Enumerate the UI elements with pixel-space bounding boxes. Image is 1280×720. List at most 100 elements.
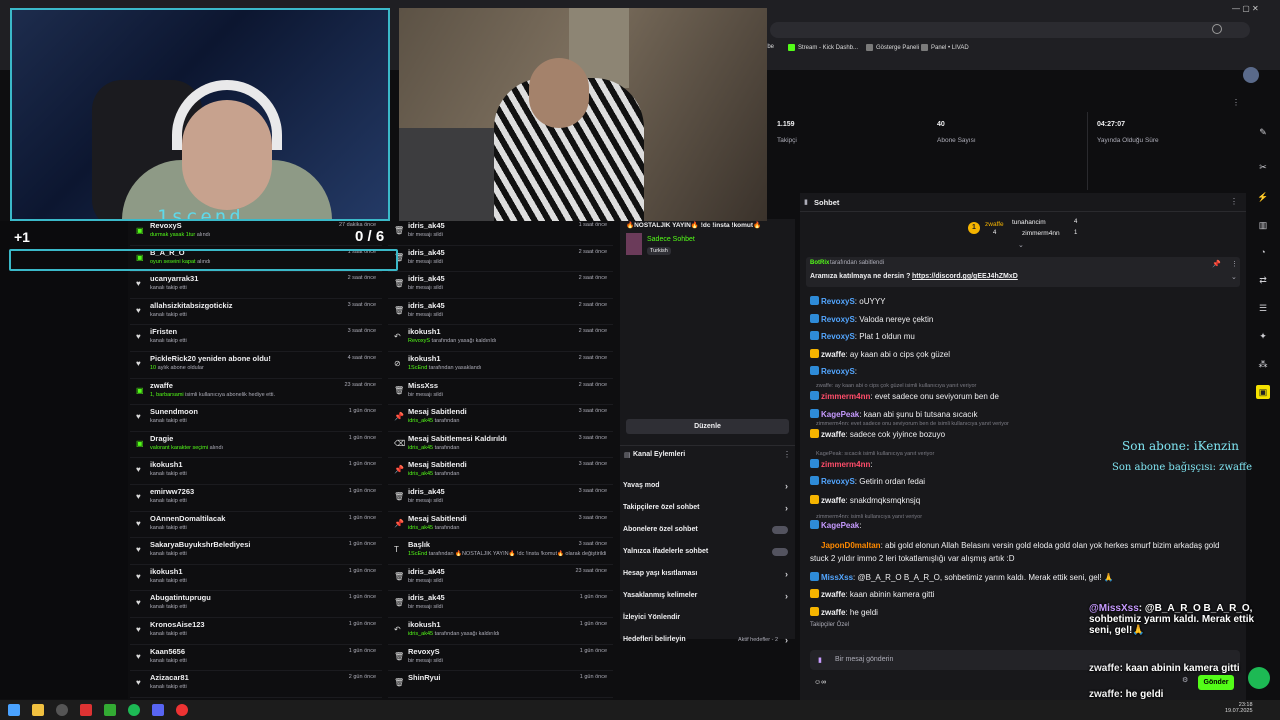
list-item-name[interactable]: Mesaj Sabitlendi [408, 460, 467, 469]
chevron-right-icon[interactable]: › [785, 499, 788, 517]
list-item-name[interactable]: ShinRyui [408, 673, 441, 682]
list-item-name[interactable]: allahsizkitabsizgotickiz [150, 301, 233, 310]
game-icon[interactable] [104, 704, 116, 716]
channel-action[interactable]: İzleyici Yönlendir [623, 609, 792, 627]
app-icon[interactable] [56, 704, 68, 716]
list-item-name[interactable]: Dragie [150, 434, 173, 443]
window-controls[interactable]: — ▢ ✕ [1232, 4, 1259, 13]
chevron-right-icon[interactable]: › [785, 565, 788, 583]
list-item-name[interactable]: Abugatintuprugu [150, 593, 211, 602]
chat-username[interactable]: zwaffe [821, 608, 845, 617]
list-item-name[interactable]: RevoxyS [408, 647, 440, 656]
settings-icon[interactable]: ⚙ [1182, 676, 1188, 684]
channel-action[interactable]: Yavaş mod › [623, 477, 792, 495]
highlight-icon[interactable]: ▣ [1256, 385, 1270, 399]
bookmark-4[interactable]: Panel • LIVAD [921, 44, 969, 51]
list-item-name[interactable]: ikokush1 [408, 620, 441, 629]
obs-icon[interactable] [80, 704, 92, 716]
channel-action[interactable]: Takipçilere özel sohbet › [623, 499, 792, 517]
list-item-name[interactable]: idris_ak45 [408, 221, 445, 230]
wrench-icon[interactable]: ✦ [1256, 329, 1270, 343]
chat-username[interactable]: RevoxyS [821, 315, 855, 324]
list-item-name[interactable]: MissXss [408, 381, 438, 390]
share-icon[interactable]: ⁂ [1256, 357, 1270, 371]
stats-more-icon[interactable]: ⋮ [1232, 98, 1240, 107]
list-item-name[interactable]: emirww7263 [150, 487, 194, 496]
chat-username[interactable]: RevoxyS [821, 477, 855, 486]
list-item-name[interactable]: Kaan5656 [150, 647, 185, 656]
pinned-expand-icon[interactable]: ⌄ [1231, 273, 1237, 281]
list-item-name[interactable]: OAnnenDomaltilacak [150, 514, 225, 523]
chat-username[interactable]: KagePeak [821, 521, 859, 530]
list-item-name[interactable]: ikokush1 [408, 354, 441, 363]
fab-button[interactable] [1248, 667, 1270, 689]
list-item-name[interactable]: ikokush1 [150, 460, 183, 469]
chevron-right-icon[interactable]: › [785, 631, 788, 649]
list-item-name[interactable]: Azizacar81 [150, 673, 189, 682]
toggle-switch[interactable] [772, 526, 788, 534]
chat-username[interactable]: RevoxyS [821, 332, 855, 341]
stream-category[interactable]: Sadece Sohbet [647, 236, 695, 243]
clip-icon[interactable]: ✂ [1256, 160, 1270, 174]
emote-picker-icon[interactable]: ☺∞ [814, 679, 826, 686]
list-item-name[interactable]: idris_ak45 [408, 248, 445, 257]
chevron-right-icon[interactable]: › [785, 587, 788, 605]
list-item-name[interactable]: zwaffe [150, 381, 173, 390]
chat-username[interactable]: RevoxyS [821, 367, 855, 376]
discord-icon[interactable] [152, 704, 164, 716]
channel-action[interactable]: Hesap yaşı kısıtlaması › [623, 565, 792, 583]
list-item-name[interactable]: ucanyarrak31 [150, 274, 198, 283]
address-bar[interactable] [770, 22, 1250, 38]
chat-username[interactable]: RevoxyS [821, 297, 855, 306]
chat-username[interactable]: zimmerm4nn [821, 392, 870, 401]
chat-more-icon[interactable]: ⋮ [1230, 197, 1238, 206]
list-item-name[interactable]: ikokush1 [150, 567, 183, 576]
start-icon[interactable] [8, 704, 20, 716]
list-icon[interactable]: ☰ [1256, 301, 1270, 315]
spotify-icon[interactable] [128, 704, 140, 716]
avatar[interactable] [1243, 67, 1259, 83]
chat-username[interactable]: zwaffe [821, 350, 845, 359]
chat-username[interactable]: MissXss [821, 573, 853, 582]
list-item-name[interactable]: KronosAise123 [150, 620, 205, 629]
list-item-name[interactable]: Sunendmoon [150, 407, 198, 416]
mic-icon[interactable]: ▮ [818, 656, 822, 664]
list-item-name[interactable]: Başlık [408, 540, 430, 549]
list-item-name[interactable]: idris_ak45 [408, 593, 445, 602]
list-item-name[interactable]: Mesaj Sabitlemesi Kaldırıldı [408, 434, 507, 443]
list-item-name[interactable]: RevoxyS [150, 221, 182, 230]
doc-icon[interactable]: ▥ [1256, 218, 1270, 232]
list-item-name[interactable]: idris_ak45 [408, 567, 445, 576]
more-icon[interactable]: ⋮ [783, 450, 791, 459]
chat-username[interactable]: KagePeak [821, 410, 859, 419]
pinned-link[interactable]: https://discord.gg/gEEJ4hZMxD [912, 273, 1018, 280]
chat-bubble-icon[interactable]: ◔ [1256, 245, 1270, 259]
list-item-name[interactable]: PickleRick20 yeniden abone oldu! [150, 354, 271, 363]
pencil-icon[interactable]: ✎ [1256, 125, 1270, 139]
list-item-name[interactable]: idris_ak45 [408, 487, 445, 496]
bookmark-3[interactable]: Gösterge Paneli [866, 44, 919, 51]
bookmark-2[interactable]: Stream - Kick Dashb... [788, 44, 858, 51]
list-item-name[interactable]: ikokush1 [408, 327, 441, 336]
list-item-name[interactable]: Mesaj Sabitlendi [408, 407, 467, 416]
chevron-down-icon[interactable]: ⌄ [1018, 241, 1024, 249]
chat-username[interactable]: zwaffe [821, 430, 845, 439]
list-item-name[interactable]: SakaryaBuyukshrBelediyesi [150, 540, 250, 549]
chat-username[interactable]: zimmerm4nn [821, 460, 870, 469]
bolt-icon[interactable]: ⚡ [1256, 190, 1270, 204]
edit-button[interactable]: Düzenle [626, 419, 789, 434]
channel-action[interactable]: Yasaklanmış kelimeler › [623, 587, 792, 605]
chat-username[interactable]: zwaffe [821, 590, 845, 599]
list-item-name[interactable]: idris_ak45 [408, 301, 445, 310]
channel-action[interactable]: Abonelere özel sohbet [623, 521, 792, 539]
send-button[interactable]: Gönder [1198, 675, 1234, 690]
list-item-name[interactable]: Mesaj Sabitlendi [408, 514, 467, 523]
search-icon[interactable] [1212, 24, 1222, 34]
list-item-name[interactable]: idris_ak45 [408, 274, 445, 283]
pin-icon[interactable]: 📌 [1212, 260, 1221, 268]
browser-icon[interactable] [176, 704, 188, 716]
chat-username[interactable]: zwaffe [821, 496, 845, 505]
channel-action[interactable]: Yalnızca ifadelerle sohbet [623, 543, 792, 561]
channel-action[interactable]: Hedefleri belirleyin Aktif hedefler - 2 › [623, 631, 792, 649]
list-item-name[interactable]: iFristen [150, 327, 177, 336]
